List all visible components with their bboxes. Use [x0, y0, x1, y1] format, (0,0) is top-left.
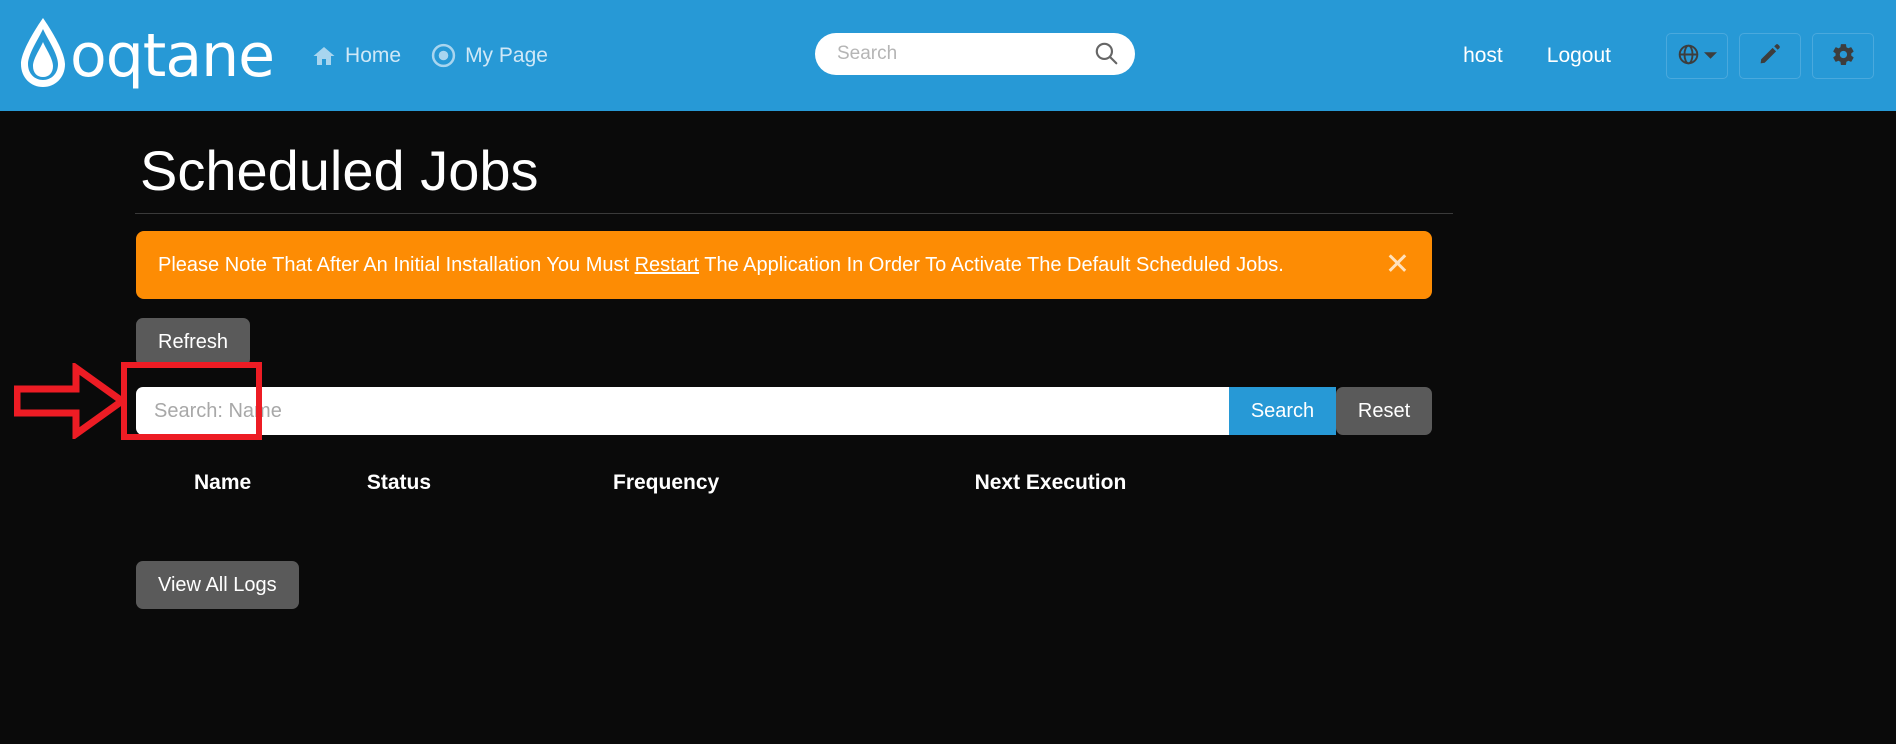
- gear-icon: [1831, 42, 1856, 70]
- globe-icon: [1677, 43, 1700, 69]
- site-header: oqtane Home My Page Search host Logout: [0, 0, 1896, 111]
- restart-link[interactable]: Restart: [635, 254, 699, 276]
- logout-link[interactable]: Logout: [1547, 44, 1611, 68]
- job-filter-bar: Search Reset: [136, 387, 1432, 436]
- primary-nav: Home My Page: [312, 43, 548, 68]
- main-content: Scheduled Jobs Please Note That After An…: [0, 111, 1896, 744]
- view-all-logs-button[interactable]: View All Logs: [136, 561, 299, 610]
- column-header-frequency: Frequency: [613, 471, 720, 495]
- pencil-icon: [1758, 42, 1782, 69]
- user-profile-link[interactable]: host: [1463, 44, 1503, 68]
- alert-text-before: Please Note That After An Initial Instal…: [158, 254, 635, 277]
- page-title: Scheduled Jobs: [140, 139, 539, 202]
- global-search[interactable]: [815, 33, 1135, 75]
- nav-item-my-page-label: My Page: [465, 43, 548, 67]
- content-container: Scheduled Jobs Please Note That After An…: [135, 111, 1453, 610]
- brand-name: oqtane: [70, 20, 275, 91]
- column-header-name: Name: [194, 471, 252, 495]
- table-header-row: Name Status Frequency Next Execution: [136, 465, 1432, 501]
- job-reset-button[interactable]: Reset: [1336, 387, 1432, 436]
- installation-notice-alert: Please Note That After An Initial Instal…: [136, 231, 1432, 300]
- global-search-input[interactable]: [835, 42, 1093, 66]
- language-selector-button[interactable]: [1666, 32, 1728, 79]
- header-actions: host Logout: [1463, 0, 1874, 111]
- refresh-button[interactable]: Refresh: [136, 318, 251, 367]
- column-header-next-execution: Next Execution: [974, 471, 1127, 495]
- nav-item-my-page[interactable]: My Page: [431, 43, 548, 68]
- search-submit-button[interactable]: [1093, 40, 1119, 69]
- home-icon: [312, 44, 336, 68]
- edit-mode-button[interactable]: [1739, 32, 1801, 79]
- alert-close-button[interactable]: ✕: [1385, 250, 1410, 280]
- nav-item-home[interactable]: Home: [312, 44, 401, 68]
- chevron-down-icon: [1704, 48, 1717, 63]
- brand-logo[interactable]: oqtane: [18, 16, 275, 95]
- job-search-button[interactable]: Search: [1229, 387, 1336, 436]
- job-search-input[interactable]: [136, 387, 1229, 436]
- scheduled-jobs-table: Name Status Frequency Next Execution: [136, 465, 1432, 501]
- water-drop-icon: [18, 16, 68, 95]
- alert-text-after: The Application In Order To Activate The…: [699, 254, 1284, 277]
- column-header-status: Status: [366, 471, 432, 495]
- target-icon: [431, 43, 456, 68]
- nav-item-home-label: Home: [345, 43, 402, 67]
- search-icon: [1093, 40, 1119, 69]
- title-divider: [135, 213, 1453, 215]
- site-settings-button[interactable]: [1812, 32, 1874, 79]
- toolbar: Refresh: [136, 318, 1432, 367]
- alert-message: Please Note That After An Initial Instal…: [158, 252, 1284, 278]
